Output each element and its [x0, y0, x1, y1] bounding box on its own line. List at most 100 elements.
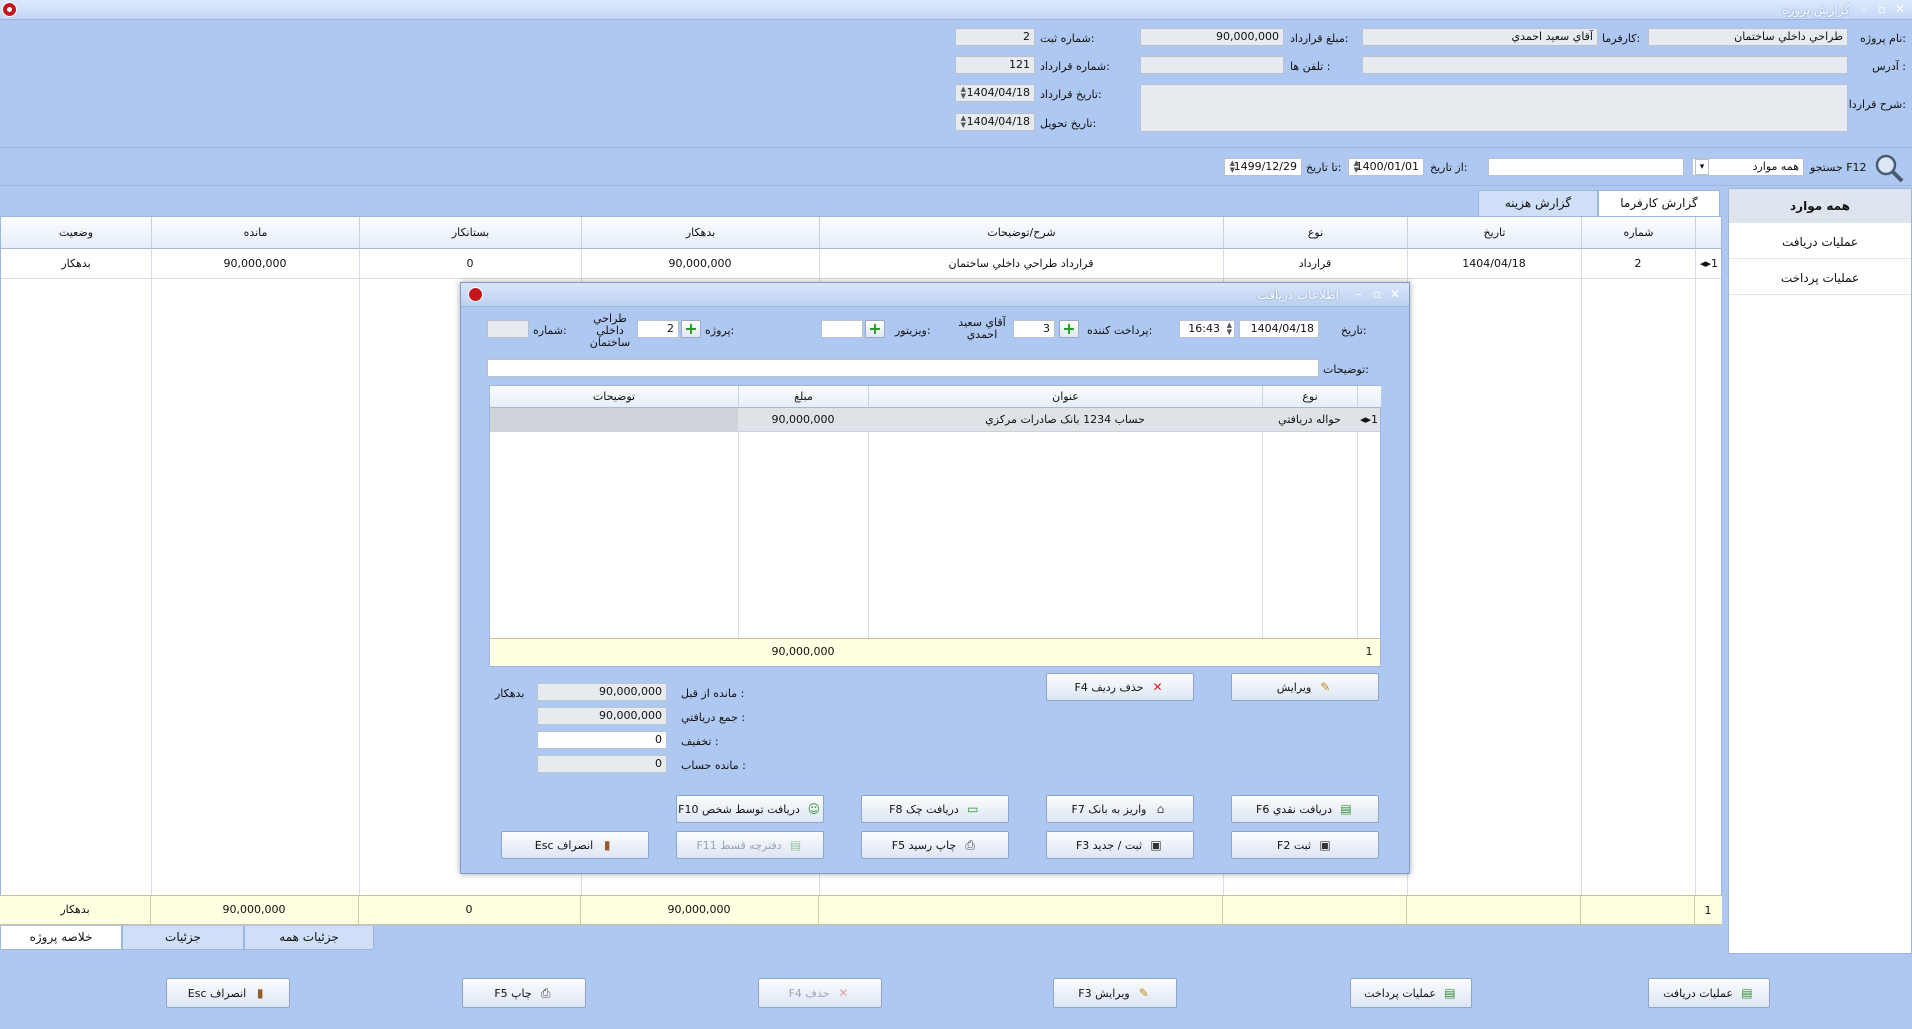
report-tabs: گزارش کارفرما گزارش هزينه — [0, 188, 1722, 216]
column-header-date[interactable]: تاريخ — [1407, 217, 1581, 249]
spin-icon[interactable]: ▲ ▼ — [1227, 160, 1235, 174]
to-date-value: 1499/12/29 — [1233, 160, 1297, 173]
dialog-edit-button[interactable]: ✎ ويرايش — [1231, 673, 1379, 701]
discount-field[interactable]: 0 — [537, 731, 667, 749]
project-name-field[interactable]: طراحي داخلي ساختمان — [1648, 28, 1848, 46]
cheque-receipt-button[interactable]: ▭ دريافت چک F8 — [861, 795, 1009, 823]
tab-details[interactable]: جزئيات — [122, 926, 244, 950]
row-indicator-header — [1695, 217, 1721, 249]
person-receipt-button[interactable]: ☺ دريافت توسط شخص F10 — [676, 795, 824, 823]
dialog-project-label: پروژه: — [705, 324, 735, 337]
payer-id-field[interactable]: 3 — [1013, 320, 1055, 338]
search-icon[interactable] — [1874, 153, 1904, 183]
column-header-desc[interactable]: توضيحات — [490, 386, 738, 408]
minimize-icon[interactable]: – — [1856, 1, 1872, 17]
table-row[interactable]: ◂▸1 2 1404/04/18 قرارداد قرارداد طراحي د… — [1, 249, 1721, 279]
receive-operations-button[interactable]: ▤ عمليات دريافت — [1648, 978, 1770, 1008]
chevron-down-icon[interactable]: ▾ — [1695, 159, 1709, 175]
print-label: چاپ F5 — [494, 986, 532, 1000]
payment-operations-button[interactable]: ▤ عمليات پرداخت — [1350, 978, 1472, 1008]
delete-button[interactable]: ✕ حذف F4 — [758, 978, 882, 1008]
sidebar-item-payments[interactable]: عمليات پرداخت — [1729, 261, 1911, 295]
row-status: بدهکار — [61, 257, 91, 270]
column-divider — [1357, 408, 1358, 666]
detail-tabs: خلاصه پروژه جزئيات جزئيات همه — [0, 926, 1722, 952]
phones-field[interactable] — [1140, 56, 1284, 74]
column-header-amount[interactable]: مبلغ — [738, 386, 868, 408]
row-title: حساب 1234 بانک صادرات مرکزي — [985, 413, 1145, 426]
save-new-button[interactable]: ▣ ثبت / جديد F3 — [1046, 831, 1194, 859]
table-row[interactable]: ◂▸1 حواله دريافتي حساب 1234 بانک صادرات … — [490, 408, 1380, 432]
column-header-status[interactable]: وضعيت — [1, 217, 151, 249]
cash-receipt-button[interactable]: ▤ دريافت نقدي F6 — [1231, 795, 1379, 823]
delete-row-button[interactable]: ✕ حذف رديف F4 — [1046, 673, 1194, 701]
save-label: ثبت F2 — [1277, 838, 1312, 852]
column-divider — [151, 249, 152, 923]
filter-select[interactable]: همه موارد ▾ — [1692, 158, 1804, 176]
maximize-icon[interactable]: ▫ — [1874, 1, 1890, 17]
close-icon[interactable]: ✕ — [1892, 1, 1908, 17]
column-header-balance[interactable]: مانده — [151, 217, 359, 249]
payer-label: پرداخت کننده: — [1087, 324, 1153, 337]
column-header-credit[interactable]: بستانکار — [359, 217, 581, 249]
spin-icon[interactable]: ▲ ▼ — [958, 86, 966, 100]
column-header-description[interactable]: شرح/توضيحات — [819, 217, 1223, 249]
spin-icon[interactable]: ▲ ▼ — [1351, 160, 1359, 174]
installments-button[interactable]: ▤ دفترچه قسط F11 — [676, 831, 824, 859]
app-logo-icon — [2, 2, 17, 17]
save-button[interactable]: ▣ ثبت F2 — [1231, 831, 1379, 859]
dialog-number-field[interactable] — [487, 320, 529, 338]
pencil-icon: ✎ — [1138, 986, 1149, 1000]
column-header-debit[interactable]: بدهکار — [581, 217, 819, 249]
prev-balance-status: بدهکار — [495, 687, 525, 700]
tab-project-summary[interactable]: خلاصه پروژه — [0, 926, 122, 950]
contract-number-field[interactable]: 121 — [955, 56, 1035, 74]
contract-amount-field[interactable]: 90,000,000 — [1140, 28, 1284, 46]
sidebar-item-all[interactable]: همه موارد — [1729, 189, 1911, 223]
column-header-type[interactable]: نوع — [1262, 386, 1357, 408]
employer-field[interactable]: آقاي سعيد احمدي — [1362, 28, 1598, 46]
search-input[interactable] — [1488, 158, 1684, 176]
cancel-button[interactable]: ▮ انصراف Esc — [166, 978, 290, 1008]
visitor-field[interactable] — [821, 320, 863, 338]
address-field[interactable] — [1362, 56, 1848, 74]
contract-amount-label: مبلغ قرارداد: — [1290, 32, 1349, 45]
dialog-date-field[interactable]: 1404/04/18 — [1239, 320, 1319, 338]
from-date-field[interactable]: ▲ ▼ 1400/01/01 — [1348, 158, 1424, 176]
tab-employer-report[interactable]: گزارش کارفرما — [1598, 190, 1720, 216]
add-visitor-icon[interactable]: + — [865, 320, 885, 338]
column-divider — [1695, 249, 1696, 923]
add-payer-icon[interactable]: + — [1059, 320, 1079, 338]
edit-button[interactable]: ✎ ويرايش F3 — [1053, 978, 1177, 1008]
column-header-number[interactable]: شماره — [1581, 217, 1695, 249]
to-date-field[interactable]: ▲ ▼ 1499/12/29 — [1224, 158, 1302, 176]
dialog-number-label: شماره: — [533, 324, 567, 337]
dialog-maximize-icon[interactable]: ▫ — [1369, 286, 1385, 302]
cash-receipt-label: دريافت نقدي F6 — [1256, 802, 1333, 816]
payer-name: آقاي سعيد احمدي — [958, 316, 1006, 341]
column-header-title[interactable]: عنوان — [868, 386, 1262, 408]
tab-cost-report[interactable]: گزارش هزينه — [1478, 190, 1598, 216]
delete-x-icon: ✕ — [1152, 680, 1163, 694]
print-receipt-button[interactable]: ⎙ چاپ رسيد F5 — [861, 831, 1009, 859]
delivery-date-field[interactable]: ▲ ▼ 1404/04/18 — [955, 113, 1035, 131]
from-date-value: 1400/01/01 — [1355, 160, 1419, 173]
tab-all-details[interactable]: جزئيات همه — [244, 926, 374, 950]
add-project-icon[interactable]: + — [681, 320, 701, 338]
search-bar: جستجو F12 همه موارد ▾ از تاريخ: ▲ ▼ 1400/0… — [0, 150, 1912, 186]
column-header-type[interactable]: نوع — [1223, 217, 1407, 249]
print-button[interactable]: ⎙ چاپ F5 — [462, 978, 586, 1008]
contract-desc-field[interactable] — [1140, 84, 1848, 132]
dialog-minimize-icon[interactable]: – — [1351, 286, 1367, 302]
contract-date-field[interactable]: ▲ ▼ 1404/04/18 — [955, 84, 1035, 102]
dialog-cancel-button[interactable]: ▮ انصراف Esc — [501, 831, 649, 859]
bank-deposit-button[interactable]: ⌂ واريز به بانک F7 — [1046, 795, 1194, 823]
dialog-desc-field[interactable] — [487, 359, 1319, 377]
dialog-project-id-field[interactable]: 2 — [637, 320, 679, 338]
spin-icon[interactable]: ▲ ▼ — [958, 115, 966, 129]
reg-number-field[interactable]: 2 — [955, 28, 1035, 46]
spin-icon[interactable]: ▲ ▼ — [1224, 322, 1232, 336]
dialog-time-field[interactable]: ▲ ▼ 16:43 — [1179, 320, 1235, 338]
dialog-close-icon[interactable]: ✕ — [1387, 286, 1403, 302]
sidebar-item-receipts[interactable]: عمليات دريافت — [1729, 225, 1911, 259]
